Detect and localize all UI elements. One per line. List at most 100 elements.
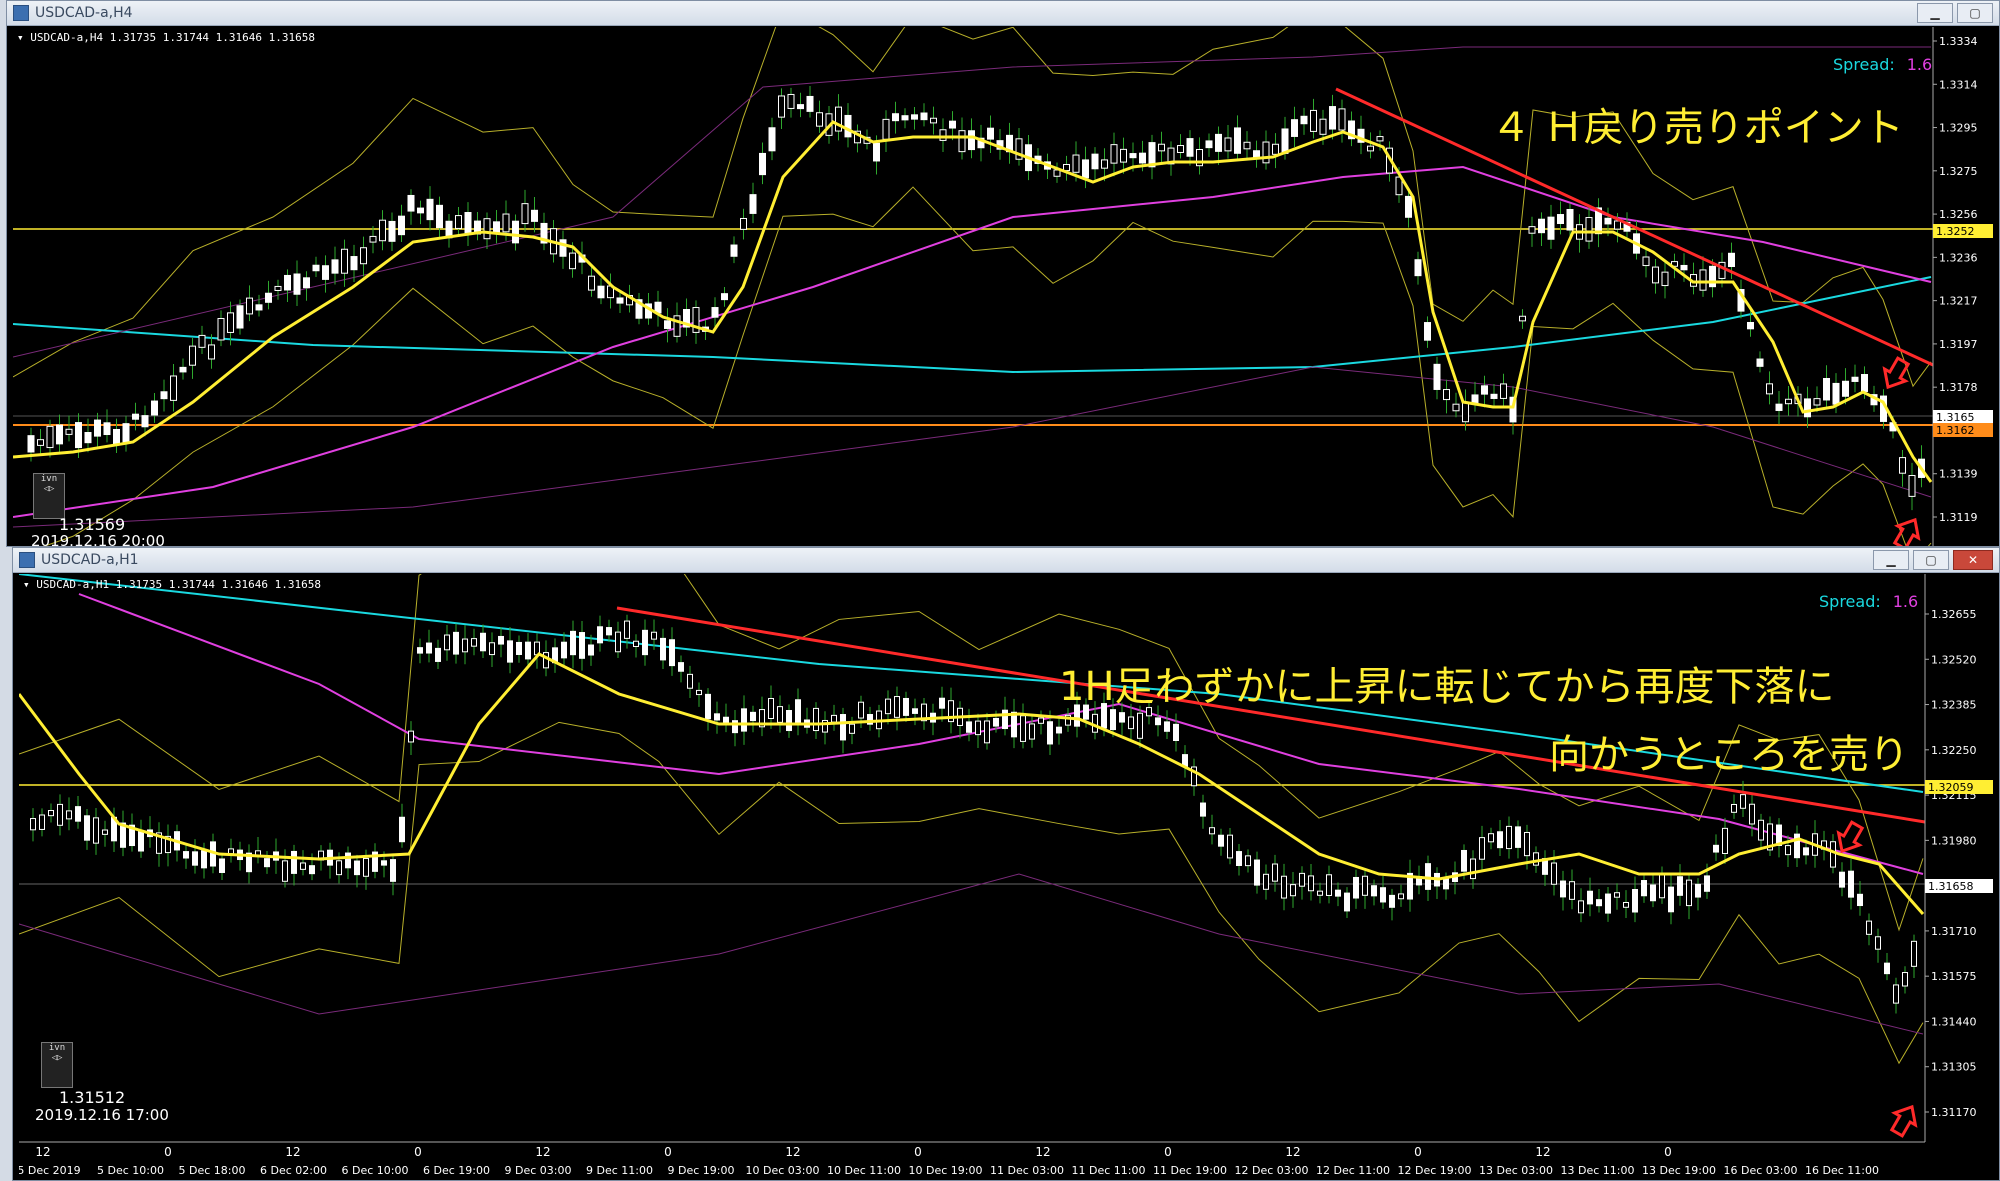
candle-body — [1299, 872, 1305, 887]
hour-tick-label: 0 — [414, 1145, 422, 1159]
candle-body — [1158, 143, 1165, 152]
candle-body — [1164, 721, 1170, 732]
price-marker-label: 1.3252 — [1936, 225, 1975, 238]
candle-body — [1547, 216, 1555, 240]
candle-body — [570, 630, 576, 656]
candle-body — [1832, 382, 1840, 405]
hour-tick-label: 0 — [164, 1145, 172, 1159]
candle-body — [1661, 271, 1669, 287]
candle-body — [1389, 894, 1395, 908]
h1-title-bar[interactable]: USDCAD-a,H1 ▁ ▢ ✕ — [13, 548, 1999, 573]
candle-body — [1519, 315, 1526, 322]
candle-body — [201, 850, 207, 869]
candle-body — [398, 215, 405, 236]
candle-body — [912, 708, 918, 714]
candle-body — [1614, 892, 1620, 898]
candle-body — [1254, 859, 1260, 886]
candle-body — [1200, 802, 1206, 817]
price-tick-label: 1.32520 — [1931, 653, 1977, 666]
candle-body — [407, 194, 415, 212]
candle-body — [1830, 841, 1836, 868]
candle-body — [1110, 709, 1116, 731]
price-tick-label: 1.32250 — [1931, 744, 1977, 757]
candle-body — [1462, 402, 1469, 423]
candle-body — [1290, 884, 1296, 897]
candle-body — [786, 710, 792, 732]
candle-body — [227, 312, 234, 333]
candle-body — [1557, 214, 1564, 225]
candle-body — [892, 113, 899, 122]
candle-body — [219, 858, 225, 873]
maximize-button[interactable]: ▢ — [1957, 3, 1993, 23]
candle-body — [624, 620, 630, 639]
candle-body — [1367, 145, 1374, 152]
minimize-button[interactable]: ▁ — [1917, 3, 1953, 23]
h1-chart-area[interactable]: 1.32655 1.32520 1.32385 1.32250 1.32115 1.319… — [19, 574, 1993, 1180]
candle-body — [1659, 873, 1665, 899]
candle-body — [669, 639, 675, 667]
candle-body — [1129, 153, 1137, 159]
candle-body — [1686, 879, 1692, 907]
candle-body — [687, 673, 693, 689]
candle-body — [331, 259, 339, 274]
candle-body — [1128, 716, 1134, 730]
candle-body — [1272, 863, 1278, 882]
candle-body — [1497, 831, 1503, 849]
time-tick-label: 12 Dec 03:00 — [1235, 1164, 1309, 1177]
time-tick-label: 12 Dec 11:00 — [1316, 1164, 1390, 1177]
sell-point-arrow-icon — [1892, 517, 1921, 546]
candle-body — [1319, 118, 1327, 135]
candle-body — [844, 114, 852, 138]
candle-body — [1461, 849, 1467, 872]
hour-tick-label: 12 — [1285, 1145, 1300, 1159]
candle-body — [217, 318, 225, 341]
h4-title-bar[interactable]: USDCAD-a,H4 ▁ ▢ — [7, 1, 1999, 26]
candle-body — [1063, 163, 1070, 172]
candle-body — [1650, 884, 1656, 902]
candle-body — [1209, 827, 1215, 835]
candle-body — [930, 117, 937, 124]
candle-body — [189, 345, 196, 366]
candle-body — [471, 638, 477, 647]
candle-body — [345, 852, 351, 869]
ivn-logo-icon: ivn ◁▷ — [41, 1042, 73, 1088]
candle-body — [873, 142, 880, 162]
time-tick-label: 6 Dec 19:00 — [423, 1164, 490, 1177]
candle-body — [426, 642, 432, 654]
price-tick-label: 1.3119 — [1939, 511, 1978, 524]
time-tick-label: 16 Dec 03:00 — [1724, 1164, 1798, 1177]
candle-body — [390, 859, 396, 882]
ma-slow-line — [13, 276, 1932, 374]
candle-body — [939, 697, 945, 709]
h4-chart-window[interactable]: USDCAD-a,H4 ▁ ▢ 1.3334 1.3314 1.3295 1.3275… — [6, 0, 2000, 547]
price-tick-label: 1.3295 — [1939, 122, 1978, 135]
candle-body — [1137, 712, 1143, 739]
hour-tick-label: 12 — [535, 1145, 550, 1159]
candle-body — [264, 858, 270, 868]
candle-body — [322, 265, 329, 280]
candle-body — [255, 304, 263, 311]
candle-body — [1101, 159, 1108, 169]
candle-body — [408, 730, 414, 743]
h1-chart-window[interactable]: USDCAD-a,H1 ▁ ▢ ✕ 1.32655 1.32520 1.32385 1… — [12, 547, 2000, 1181]
close-button[interactable]: ✕ — [1953, 550, 1993, 570]
candle-body — [740, 217, 747, 230]
candle-body — [806, 95, 814, 112]
minimize-button[interactable]: ▁ — [1873, 550, 1909, 570]
candle-body — [388, 220, 396, 242]
maximize-button[interactable]: ▢ — [1913, 550, 1949, 570]
candle-body — [768, 127, 776, 152]
candle-body — [606, 627, 612, 636]
candle-body — [426, 198, 434, 221]
candle-body — [1851, 376, 1859, 382]
candle-body — [1560, 880, 1566, 898]
candle-body — [1481, 385, 1488, 395]
candle-body — [1234, 127, 1241, 154]
candle-body — [1281, 128, 1289, 154]
price-tick-label: 1.32385 — [1931, 699, 1977, 712]
time-tick-label: 10 Dec 19:00 — [909, 1164, 983, 1177]
candle-body — [543, 652, 549, 669]
candle-body — [1857, 893, 1863, 907]
h4-chart-area[interactable]: 1.3334 1.3314 1.3295 1.3275 1.3256 1.3236 1.32… — [13, 27, 1993, 546]
candle-body — [236, 305, 244, 329]
